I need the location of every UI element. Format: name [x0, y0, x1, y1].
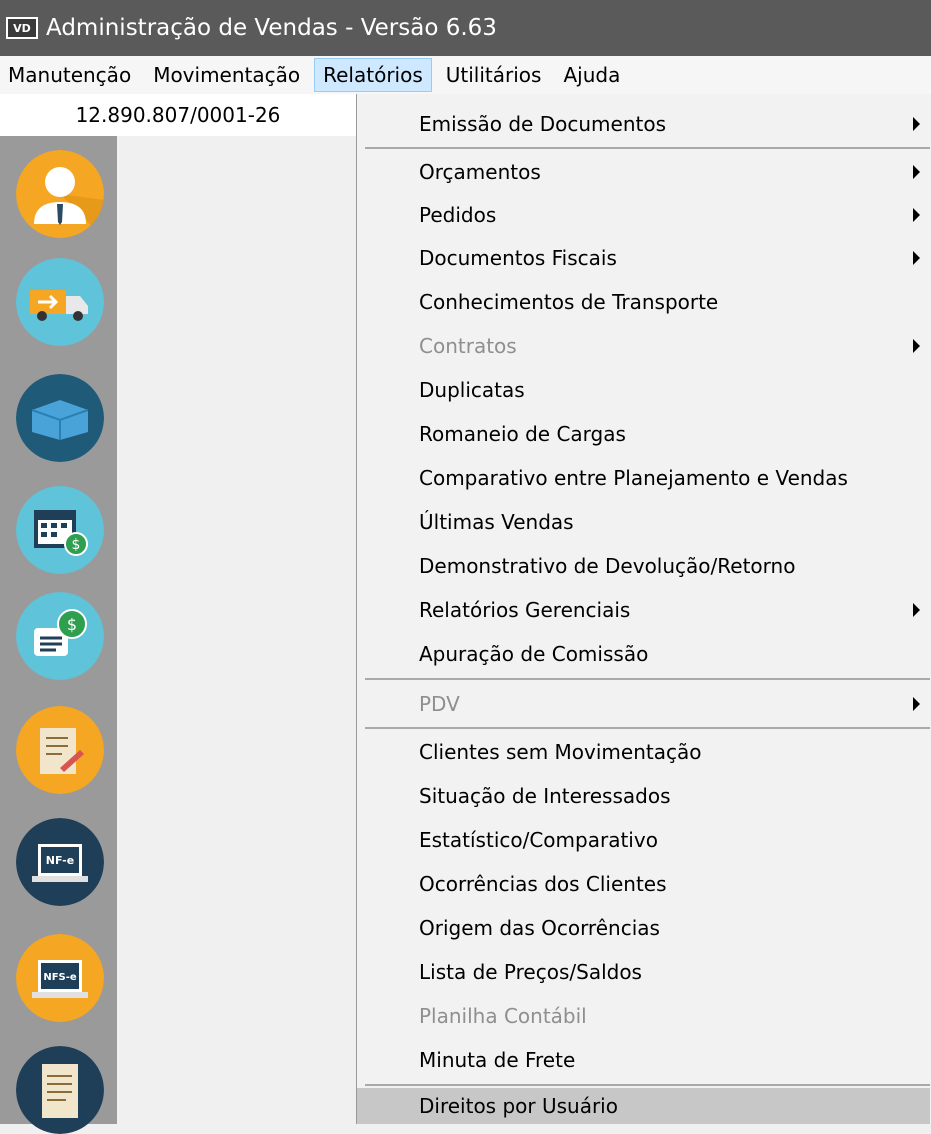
menu-item-pedidos[interactable]: Pedidos	[357, 195, 930, 235]
invoice-money-icon[interactable]: $	[16, 592, 104, 680]
svg-text:$: $	[67, 615, 77, 634]
nfse-label: NFS-e	[43, 972, 77, 983]
menu-item-romaneio-cargas[interactable]: Romaneio de Cargas	[357, 414, 930, 454]
menu-item-label: Ocorrências dos Clientes	[419, 872, 667, 896]
document-sign-icon[interactable]	[16, 706, 104, 794]
submenu-arrow-icon	[913, 117, 920, 131]
menu-item-label: Duplicatas	[419, 378, 525, 402]
menu-manutencao[interactable]: Manutenção	[0, 58, 139, 92]
menu-item-documentos-fiscais[interactable]: Documentos Fiscais	[357, 238, 930, 278]
menu-item-ocorrencias-clientes[interactable]: Ocorrências dos Clientes	[357, 864, 930, 904]
menu-item-label: Emissão de Documentos	[419, 112, 666, 136]
svg-text:$: $	[72, 537, 81, 553]
menu-item-direitos-usuario[interactable]: Direitos por Usuário	[357, 1088, 930, 1124]
menu-item-label: Minuta de Frete	[419, 1048, 576, 1072]
menu-item-label: Clientes sem Movimentação	[419, 740, 702, 764]
menu-item-estatistico-comparativo[interactable]: Estatístico/Comparativo	[357, 820, 930, 860]
workspace-area	[117, 136, 357, 1124]
menu-item-planilha-contabil: Planilha Contábil	[357, 996, 930, 1036]
menu-item-apuracao-comissao[interactable]: Apuração de Comissão	[357, 634, 930, 674]
menu-item-demonstrativo-devolucao[interactable]: Demonstrativo de Devolução/Retorno	[357, 546, 930, 586]
menu-item-lista-precos-saldos[interactable]: Lista de Preços/Saldos	[357, 952, 930, 992]
menu-item-label: Pedidos	[419, 203, 497, 227]
menu-item-label: Direitos por Usuário	[419, 1094, 618, 1118]
calendar-money-icon[interactable]: $	[16, 486, 104, 574]
menu-item-relatorios-gerenciais[interactable]: Relatórios Gerenciais	[357, 590, 930, 630]
menu-separator	[365, 1084, 930, 1086]
menu-item-label: Apuração de Comissão	[419, 642, 649, 666]
menu-item-emissao-documentos[interactable]: Emissão de Documentos	[357, 104, 930, 144]
submenu-arrow-icon	[913, 697, 920, 711]
submenu-arrow-icon	[913, 208, 920, 222]
app-logo-icon: VD	[6, 17, 38, 39]
menu-item-minuta-frete[interactable]: Minuta de Frete	[357, 1040, 930, 1080]
menu-relatorios[interactable]: Relatórios	[314, 58, 432, 92]
menu-item-label: Últimas Vendas	[419, 510, 574, 534]
nfse-laptop-icon[interactable]: NFS-e	[16, 934, 104, 1022]
menu-item-orcamentos[interactable]: Orçamentos	[357, 152, 930, 192]
menu-item-label: Planilha Contábil	[419, 1004, 587, 1028]
menu-item-contratos: Contratos	[357, 326, 930, 366]
title-bar: VD Administração de Vendas - Versão 6.63	[0, 0, 931, 56]
menu-item-label: Demonstrativo de Devolução/Retorno	[419, 554, 796, 578]
menu-item-label: Documentos Fiscais	[419, 246, 617, 270]
menu-separator	[365, 727, 930, 729]
menu-ajuda[interactable]: Ajuda	[555, 58, 628, 92]
menu-item-pdv: PDV	[357, 684, 930, 724]
menu-item-situacao-interessados[interactable]: Situação de Interessados	[357, 776, 930, 816]
company-cnpj: 12.890.807/0001-26	[0, 94, 356, 137]
delivery-truck-icon[interactable]	[16, 258, 104, 346]
menu-item-label: Comparativo entre Planejamento e Vendas	[419, 466, 848, 490]
sidebar: $ $ NF-e NFS-e	[0, 136, 117, 1134]
menu-item-clientes-sem-movimentacao[interactable]: Clientes sem Movimentação	[357, 732, 930, 772]
menu-item-label: PDV	[419, 692, 460, 716]
menu-separator	[365, 678, 930, 680]
window-title: Administração de Vendas - Versão 6.63	[46, 15, 497, 41]
relatorios-dropdown-menu: Emissão de Documentos Orçamentos Pedidos…	[356, 94, 931, 1124]
menu-item-comparativo-planejamento[interactable]: Comparativo entre Planejamento e Vendas	[357, 458, 930, 498]
submenu-arrow-icon	[913, 603, 920, 617]
menu-utilitarios[interactable]: Utilitários	[438, 58, 550, 92]
menu-separator	[365, 147, 930, 149]
menu-item-conhecimentos-transporte[interactable]: Conhecimentos de Transporte	[357, 282, 930, 322]
menu-item-label: Contratos	[419, 334, 517, 358]
submenu-arrow-icon	[913, 165, 920, 179]
document-sheet-icon[interactable]	[16, 1046, 104, 1134]
nfe-label: NF-e	[46, 854, 74, 867]
menu-item-ultimas-vendas[interactable]: Últimas Vendas	[357, 502, 930, 542]
menu-item-origem-ocorrencias[interactable]: Origem das Ocorrências	[357, 908, 930, 948]
menu-item-label: Lista de Preços/Saldos	[419, 960, 642, 984]
menu-item-label: Situação de Interessados	[419, 784, 671, 808]
menu-item-label: Conhecimentos de Transporte	[419, 290, 719, 314]
menu-item-label: Romaneio de Cargas	[419, 422, 626, 446]
menu-bar: Manutenção Movimentação Relatórios Utili…	[0, 56, 931, 94]
menu-item-label: Estatístico/Comparativo	[419, 828, 658, 852]
submenu-arrow-icon	[913, 251, 920, 265]
submenu-arrow-icon	[913, 339, 920, 353]
menu-item-label: Orçamentos	[419, 160, 541, 184]
menu-item-label: Relatórios Gerenciais	[419, 598, 631, 622]
nfe-laptop-icon[interactable]: NF-e	[16, 818, 104, 906]
user-icon[interactable]	[16, 150, 104, 238]
menu-item-label: Origem das Ocorrências	[419, 916, 660, 940]
menu-movimentacao[interactable]: Movimentação	[145, 58, 308, 92]
box-icon[interactable]	[16, 374, 104, 462]
menu-item-duplicatas[interactable]: Duplicatas	[357, 370, 930, 410]
